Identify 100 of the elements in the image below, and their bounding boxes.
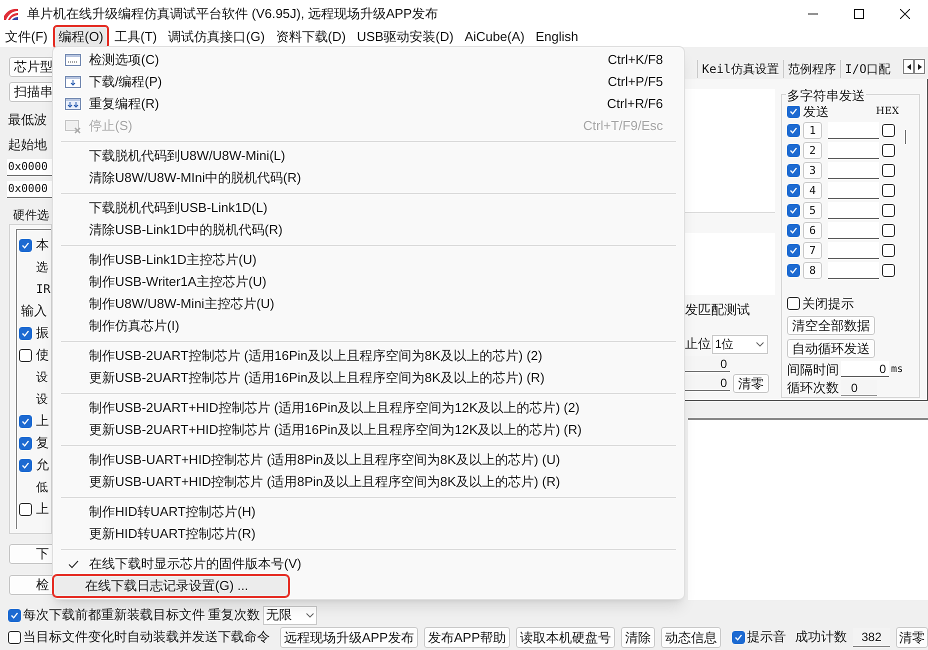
- scrollbar[interactable]: [905, 130, 906, 144]
- button[interactable]: 远程现场升级APP发布: [280, 626, 418, 648]
- input-field[interactable]: [828, 262, 879, 278]
- menu-item[interactable]: 下载脱机代码到USB-Link1D(L): [57, 197, 680, 219]
- menu-item[interactable]: 下载脱机代码到U8W/U8W-Mini(L): [57, 145, 680, 167]
- checkbox[interactable]: [882, 184, 895, 196]
- dropdown[interactable]: 无限: [263, 606, 317, 624]
- input-field[interactable]: 0: [841, 361, 889, 378]
- button[interactable]: 清零: [733, 374, 769, 392]
- input-field[interactable]: [828, 122, 879, 138]
- menu-item[interactable]: 更新HID转UART控制芯片(R): [57, 523, 680, 545]
- checkbox[interactable]: [787, 264, 800, 276]
- button[interactable]: 3: [803, 162, 822, 178]
- button[interactable]: 5: [803, 202, 822, 218]
- button[interactable]: 6: [803, 222, 822, 238]
- checkbox[interactable]: [19, 436, 32, 450]
- checkbox[interactable]: [19, 502, 32, 516]
- button[interactable]: 动态信息: [661, 626, 721, 648]
- menu-item[interactable]: AiCube(A): [460, 27, 529, 47]
- button[interactable]: 扫描串: [9, 82, 52, 102]
- checkbox[interactable]: [882, 124, 895, 136]
- menu-item[interactable]: 文件(F): [1, 27, 52, 47]
- checkbox[interactable]: [882, 164, 895, 176]
- button[interactable]: 读取本机硬盘号: [516, 626, 615, 648]
- menu-item[interactable]: 调试仿真接口(G): [164, 27, 269, 47]
- button[interactable]: 清空全部数据: [787, 316, 875, 334]
- menu-item[interactable]: 编程(O): [54, 27, 108, 47]
- button[interactable]: 下: [9, 544, 52, 564]
- check-icon: [789, 166, 798, 174]
- scroll-left-button[interactable]: [903, 59, 914, 74]
- checkbox[interactable]: [19, 348, 32, 362]
- checkbox[interactable]: [882, 244, 895, 256]
- checkbox[interactable]: [882, 144, 895, 156]
- menu-item[interactable]: 更新USB-2UART控制芯片 (适用16Pin及以上且程序空间为8K及以上的芯片) (R): [57, 367, 680, 389]
- scroll-right-button[interactable]: [914, 59, 925, 74]
- checkbox[interactable]: [732, 630, 745, 644]
- menu-item[interactable]: 制作USB-Link1D主控芯片(U): [57, 249, 680, 271]
- button[interactable]: 清零: [896, 626, 928, 648]
- tab[interactable]: 硬件选: [9, 206, 50, 224]
- checkbox[interactable]: [19, 326, 32, 340]
- input-field[interactable]: [828, 162, 879, 178]
- button[interactable]: 4: [803, 182, 822, 198]
- double-download-icon: [65, 96, 81, 112]
- checkbox[interactable]: [787, 224, 800, 236]
- checkbox[interactable]: [787, 144, 800, 156]
- menu-item[interactable]: 在线下载时显示芯片的固件版本号(V): [57, 553, 680, 575]
- menu-item[interactable]: 制作USB-Writer1A主控芯片(U): [57, 271, 680, 293]
- input-field[interactable]: [828, 142, 879, 158]
- checkbox[interactable]: [8, 630, 21, 644]
- checkbox[interactable]: [19, 414, 32, 428]
- menu-item[interactable]: 制作USB-2UART控制芯片 (适用16Pin及以上且程序空间为8K及以上的芯片) (2): [57, 345, 680, 367]
- menu-item-label: 更新USB-2UART控制芯片 (适用16Pin及以上且程序空间为8K及以上的芯片) (R): [89, 369, 545, 388]
- dropdown[interactable]: 1位: [712, 334, 768, 354]
- button[interactable]: 自动循环发送: [787, 338, 875, 358]
- menu-item[interactable]: 清除U8W/U8W-MIni中的脱机代码(R): [57, 167, 680, 189]
- input-field[interactable]: 0x0000: [7, 159, 52, 176]
- checkbox[interactable]: [19, 238, 32, 252]
- checkbox[interactable]: [787, 124, 800, 136]
- menu-item[interactable]: 资料下载(D): [272, 27, 350, 47]
- menu-item[interactable]: 下载/编程(P) Ctrl+P/F5: [57, 71, 680, 93]
- button[interactable]: 检: [9, 575, 52, 595]
- checkbox[interactable]: [787, 204, 800, 216]
- button[interactable]: 1: [803, 122, 822, 138]
- input-field[interactable]: [828, 242, 879, 258]
- menu-item[interactable]: 检测选项(C) Ctrl+K/F8: [57, 49, 680, 71]
- label: 间隔时间: [787, 360, 839, 378]
- menu-item[interactable]: USB驱动安装(D): [352, 27, 458, 47]
- menu-item[interactable]: 制作USB-2UART+HID控制芯片 (适用16Pin及以上且程序空间为12K及以上的芯片) (2): [57, 397, 680, 419]
- menu-item[interactable]: 制作USB-UART+HID控制芯片 (适用8Pin及以上且程序空间为8K及以上的芯片) (U): [57, 449, 680, 471]
- button[interactable]: 发布APP帮助: [424, 626, 510, 648]
- checkbox[interactable]: [787, 244, 800, 256]
- menu-item[interactable]: 更新USB-UART+HID控制芯片 (适用8Pin及以上且程序空间为8K及以上的芯片) (R): [57, 471, 680, 493]
- checkbox[interactable]: [787, 184, 800, 196]
- menu-item[interactable]: 工具(T): [110, 27, 161, 47]
- menu-item[interactable]: 制作U8W/U8W-Mini主控芯片(U): [57, 293, 680, 315]
- checkbox[interactable]: [19, 458, 32, 472]
- menu-item[interactable]: English: [532, 27, 582, 47]
- button[interactable]: 2: [803, 142, 822, 158]
- checkbox[interactable]: [882, 224, 895, 236]
- input-field[interactable]: [828, 202, 879, 218]
- menu-item[interactable]: 在线下载日志记录设置(G) ...: [53, 575, 289, 597]
- menu-item[interactable]: 重复编程(R) Ctrl+R/F6: [57, 93, 680, 115]
- menu-item[interactable]: 清除USB-Link1D中的脱机代码(R): [57, 219, 680, 241]
- menu-item[interactable]: 制作仿真芯片(I): [57, 315, 680, 337]
- window-cross-icon: [65, 118, 81, 134]
- check-icon: [789, 126, 798, 134]
- menu-item[interactable]: 更新USB-2UART+HID控制芯片 (适用16Pin及以上且程序空间为12K及以上的芯片) (R): [57, 419, 680, 441]
- checkbox[interactable]: [787, 297, 800, 310]
- button[interactable]: 7: [803, 242, 822, 258]
- checkbox[interactable]: [787, 105, 800, 118]
- checkbox[interactable]: [882, 264, 895, 276]
- checkbox[interactable]: [882, 204, 895, 216]
- button[interactable]: 清除: [621, 626, 655, 648]
- input-field[interactable]: [828, 182, 879, 198]
- input-field[interactable]: [828, 222, 879, 238]
- menu-item[interactable]: 制作HID转UART控制芯片(H): [57, 501, 680, 523]
- checkbox[interactable]: [787, 164, 800, 176]
- button[interactable]: 8: [803, 262, 822, 278]
- input-field[interactable]: 0x0000: [7, 181, 52, 198]
- checkbox[interactable]: [8, 608, 21, 622]
